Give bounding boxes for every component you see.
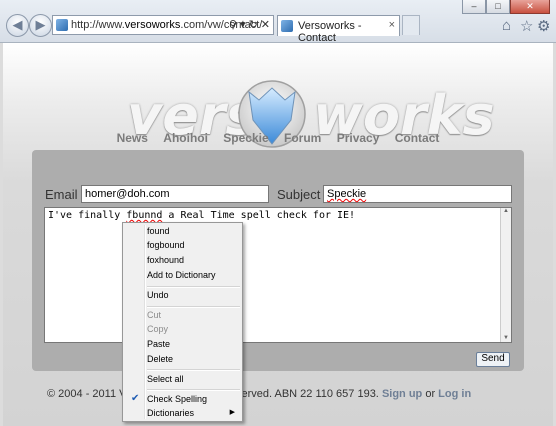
menu-select-all[interactable]: Select all: [125, 372, 240, 386]
signup-link[interactable]: Sign up: [382, 388, 422, 400]
scroll-up-icon[interactable]: ▲: [501, 208, 511, 214]
dropdown-icon[interactable]: ▾: [240, 18, 246, 31]
menu-delete[interactable]: Delete: [125, 352, 240, 366]
scroll-down-icon[interactable]: ▼: [501, 335, 511, 341]
minimize-button[interactable]: –: [462, 0, 486, 14]
menu-cut: Cut: [147, 310, 162, 320]
page-footer: © 2004 - 2011 Ve served. ABN 22 110 657 1…: [47, 388, 471, 400]
contact-form-panel: Email : homer@doh.com Subject : Speckie …: [32, 150, 524, 371]
message-textarea[interactable]: I've finally fbunnd a Real Time spell ch…: [44, 207, 512, 343]
menu-copy: Copy: [147, 324, 169, 334]
refresh-icon[interactable]: ↻: [249, 18, 258, 31]
menu-suggestion-found[interactable]: found: [125, 224, 240, 238]
back-arrow-icon: ◀: [12, 17, 23, 32]
close-window-button[interactable]: ✕: [510, 0, 550, 14]
menu-separator: [147, 369, 240, 371]
window-buttons: – □ ✕: [462, 0, 550, 14]
nav-ahoihoi[interactable]: Ahoihoi: [163, 131, 208, 145]
site-nav: News Ahoihoi Speckie Forum Privacy Conta…: [3, 131, 553, 145]
menu-check-spelling[interactable]: ✔ Check Spelling: [125, 392, 240, 406]
subject-field[interactable]: Speckie: [323, 185, 512, 203]
browser-chrome: – □ ✕ ◀ ▶ http://www.versoworks.com/vw/c…: [0, 0, 556, 44]
nav-speckie[interactable]: Speckie: [223, 131, 268, 145]
home-icon[interactable]: ⌂: [502, 17, 511, 34]
textarea-scrollbar[interactable]: ▲ ▼: [500, 208, 511, 342]
menu-add-to-dictionary[interactable]: Add to Dictionary: [125, 268, 240, 282]
menu-separator: [147, 389, 240, 391]
tab-close-icon[interactable]: ×: [389, 19, 395, 31]
menu-dictionaries[interactable]: Dictionaries ▶: [125, 406, 240, 420]
submenu-arrow-icon: ▶: [229, 409, 235, 416]
search-icon[interactable]: ⚲: [229, 18, 237, 31]
back-button[interactable]: ◀: [6, 14, 29, 37]
nav-forum[interactable]: Forum: [284, 131, 321, 145]
address-bar[interactable]: http://www.versoworks.com/vw/contact/ ⚲ …: [52, 15, 274, 35]
new-tab-button[interactable]: [402, 15, 420, 35]
menu-undo[interactable]: Undo: [125, 288, 240, 302]
stop-icon[interactable]: ✕: [261, 18, 270, 31]
tab-title: Versoworks - Contact: [298, 20, 362, 44]
message-text: I've finally fbunnd a Real Time spell ch…: [48, 210, 356, 221]
spellcheck-context-menu: found fogbound foxhound Add to Dictionar…: [122, 222, 243, 422]
email-label: Email :: [45, 187, 85, 202]
menu-paste[interactable]: Paste: [125, 337, 240, 351]
menu-suggestion-fogbound[interactable]: fogbound: [125, 238, 240, 252]
maximize-button[interactable]: □: [486, 0, 510, 14]
send-button[interactable]: Send: [476, 352, 510, 367]
misspelled-word[interactable]: fbunnd: [126, 210, 162, 221]
nav-contact[interactable]: Contact: [395, 131, 440, 145]
subject-label: Subject :: [277, 187, 328, 202]
email-field[interactable]: homer@doh.com: [81, 185, 269, 203]
tools-gear-icon[interactable]: ⚙: [537, 17, 550, 35]
tab-versoworks-contact[interactable]: Versoworks - Contact ×: [277, 15, 400, 44]
favorites-star-icon[interactable]: ☆: [520, 17, 533, 35]
footer-copyright: © 2004 - 2011 Ve: [47, 388, 132, 400]
menu-suggestion-foxhound[interactable]: foxhound: [125, 253, 240, 267]
forward-arrow-icon: ▶: [35, 17, 46, 32]
forward-button[interactable]: ▶: [29, 14, 52, 37]
nav-privacy[interactable]: Privacy: [337, 131, 380, 145]
checkmark-icon: ✔: [131, 393, 140, 404]
footer-abn: served. ABN 22 110 657 193.: [235, 388, 379, 400]
subject-value: Speckie: [327, 188, 367, 200]
tab-favicon-icon: [281, 20, 293, 32]
site-favicon-icon: [56, 19, 68, 31]
footer-or: or: [425, 388, 436, 400]
nav-news[interactable]: News: [117, 131, 148, 145]
login-link[interactable]: Log in: [438, 388, 471, 400]
web-page: verso works News Ahoihoi Speckie Forum P…: [3, 43, 553, 426]
